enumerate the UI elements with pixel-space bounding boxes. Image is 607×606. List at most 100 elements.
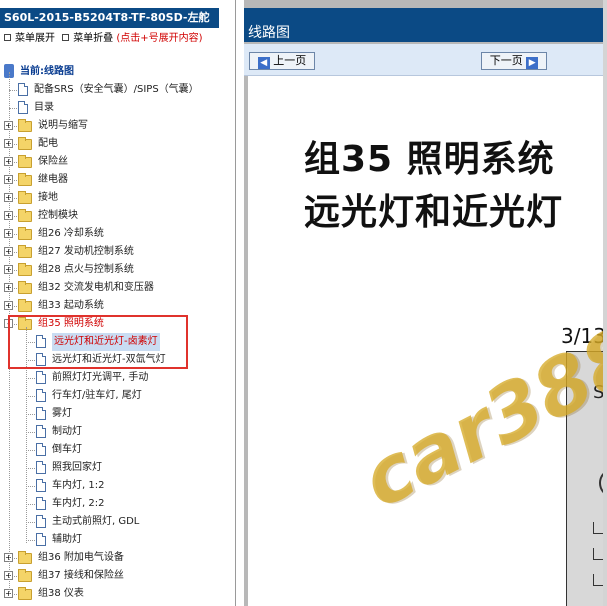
- tree-item-label: 组33 起动系统: [38, 300, 104, 311]
- tree-item-label: 组35 照明系统: [38, 318, 104, 329]
- tree-item[interactable]: + 组27 发动机控制系统: [0, 243, 235, 261]
- tree-item[interactable]: 配备SRS（安全气囊）/SIPS（气囊）: [0, 81, 235, 99]
- tree-item[interactable]: 前照灯灯光调平, 手动: [0, 369, 235, 387]
- menu-hint: (点击+号展开内容): [116, 33, 203, 44]
- tree-item[interactable]: + 保险丝: [0, 153, 235, 171]
- tree-connector: [26, 360, 35, 361]
- tree-item[interactable]: - 组35 照明系统: [0, 315, 235, 333]
- tree-item[interactable]: + 组38 仪表: [0, 585, 235, 603]
- tree-item-label: 组38 仪表: [38, 588, 84, 599]
- tree-item-label: 组27 发动机控制系统: [38, 246, 134, 257]
- document-icon: [36, 389, 46, 402]
- tree-item[interactable]: 行车灯/驻车灯, 尾灯: [0, 387, 235, 405]
- tree-item-label: 接地: [38, 192, 58, 203]
- folder-icon: [18, 119, 32, 132]
- tree-item[interactable]: + 接地: [0, 189, 235, 207]
- content-pane: 线路图 ◀ 上一页 下一页 ▶ 组35 照明系统 远光灯和近光灯 3/13 S …: [244, 0, 607, 606]
- tree-item[interactable]: 车内灯, 1:2: [0, 477, 235, 495]
- tree-connector: [26, 414, 35, 415]
- document-icon: [36, 353, 46, 366]
- tree-item-label: 组37 接线和保险丝: [38, 570, 124, 581]
- tree-item-label: 行车灯/驻车灯, 尾灯: [52, 390, 142, 401]
- folder-icon: [18, 155, 32, 168]
- tree-item[interactable]: 目录: [0, 99, 235, 117]
- document-viewer[interactable]: 组35 照明系统 远光灯和近光灯 3/13 S car388.c: [248, 76, 607, 606]
- diagram-wire: [593, 522, 603, 534]
- content-title: 线路图: [244, 8, 607, 42]
- tree-item[interactable]: + 组37 接线和保险丝: [0, 567, 235, 585]
- doc-page-number: 3/13: [561, 324, 606, 348]
- tree-connector: [26, 540, 35, 541]
- tree-item[interactable]: 远光灯和近光灯-卤素灯: [0, 333, 235, 351]
- menu-collapse-label: 菜单折叠: [73, 33, 114, 44]
- tree-item[interactable]: + 配电: [0, 135, 235, 153]
- nav-tree: 当前:线路图 配备SRS（安全气囊）/SIPS（气囊） 目录 + 说明与缩写 + 配电 + 保…: [0, 63, 235, 603]
- tree-item-label: 组36 附加电气设备: [38, 552, 124, 563]
- tree-item[interactable]: 主动式前照灯, GDL: [0, 513, 235, 531]
- tree-item[interactable]: + 继电器: [0, 171, 235, 189]
- tree-item[interactable]: + 控制模块: [0, 207, 235, 225]
- folder-icon: [18, 173, 32, 186]
- tree-item[interactable]: 辅助灯: [0, 531, 235, 549]
- menu-collapse-button[interactable]: 菜单折叠: [62, 31, 113, 47]
- tree-item[interactable]: + 说明与缩写: [0, 117, 235, 135]
- folder-icon: [18, 137, 32, 150]
- tree-connector: [26, 504, 35, 505]
- document-icon: [36, 335, 46, 348]
- tree-item-label: 倒车灯: [52, 444, 82, 455]
- tree-item-label: 辅助灯: [52, 534, 82, 545]
- wiring-diagram-box: S: [566, 351, 607, 606]
- tree-item[interactable]: + 组36 附加电气设备: [0, 549, 235, 567]
- tree-connector: [26, 396, 35, 397]
- tree-item-label: 说明与缩写: [38, 120, 88, 131]
- document-icon: [36, 479, 46, 492]
- prev-page-button[interactable]: ◀ 上一页: [249, 52, 315, 70]
- tree-item-label: 控制模块: [38, 210, 78, 221]
- tree-connector: [26, 486, 35, 487]
- tree-item[interactable]: 倒车灯: [0, 441, 235, 459]
- scrollbar-edge[interactable]: [603, 0, 607, 606]
- folder-icon: [18, 569, 32, 582]
- tree-item-label: 组28 点火与控制系统: [38, 264, 134, 275]
- tree-item-label: 车内灯, 2:2: [52, 498, 105, 509]
- tree-item[interactable]: 制动灯: [0, 423, 235, 441]
- folder-icon: [18, 209, 32, 222]
- diagram-wire: [593, 548, 603, 560]
- tree-item[interactable]: + 组33 起动系统: [0, 297, 235, 315]
- page-nav-bar: ◀ 上一页 下一页 ▶: [244, 44, 607, 76]
- tree-child-connector: [26, 327, 27, 543]
- tree-item[interactable]: + 组26 冷却系统: [0, 225, 235, 243]
- document-icon: [36, 461, 46, 474]
- menu-bar: 菜单展开 菜单折叠 (点击+号展开内容): [0, 31, 235, 47]
- tree-item[interactable]: 雾灯: [0, 405, 235, 423]
- tree-item[interactable]: + 组32 交流发电机和变压器: [0, 279, 235, 297]
- tree-item-label: 目录: [34, 102, 54, 113]
- prev-page-label: 上一页: [273, 54, 307, 67]
- folder-icon: [18, 317, 32, 330]
- document-icon: [36, 407, 46, 420]
- doc-heading-group: 组35 照明系统: [304, 139, 555, 180]
- document-icon: [36, 533, 46, 546]
- tree-item-label: 远光灯和近光灯-双氙气灯: [52, 354, 166, 365]
- tree-connector: [26, 522, 35, 523]
- arrow-left-icon: ◀: [257, 57, 270, 69]
- tree-item[interactable]: + 组28 点火与控制系统: [0, 261, 235, 279]
- tree-item[interactable]: 车内灯, 2:2: [0, 495, 235, 513]
- menu-expand-button[interactable]: 菜单展开: [4, 31, 55, 47]
- tree-connector: [9, 108, 17, 109]
- tree-item-label: 前照灯灯光调平, 手动: [52, 372, 149, 383]
- tree-current-label: 当前:线路图: [20, 66, 74, 77]
- menu-collapse-icon: [62, 34, 70, 41]
- next-page-label: 下一页: [489, 54, 523, 67]
- tree-item[interactable]: 远光灯和近光灯-双氙气灯: [0, 351, 235, 369]
- left-nav-pane: S60L-2015-B5204T8-TF-80SD-左舵 菜单展开 菜单折叠 (…: [0, 0, 236, 606]
- diagram-wire: [593, 574, 603, 586]
- document-icon: [36, 371, 46, 384]
- tree-connector: [26, 378, 35, 379]
- tree-item-label: 配电: [38, 138, 58, 149]
- folder-icon: [18, 281, 32, 294]
- tree-root-connector: [9, 72, 10, 594]
- next-page-button[interactable]: 下一页 ▶: [481, 52, 547, 70]
- tree-current-node[interactable]: 当前:线路图: [0, 63, 235, 81]
- tree-item[interactable]: 照我回家灯: [0, 459, 235, 477]
